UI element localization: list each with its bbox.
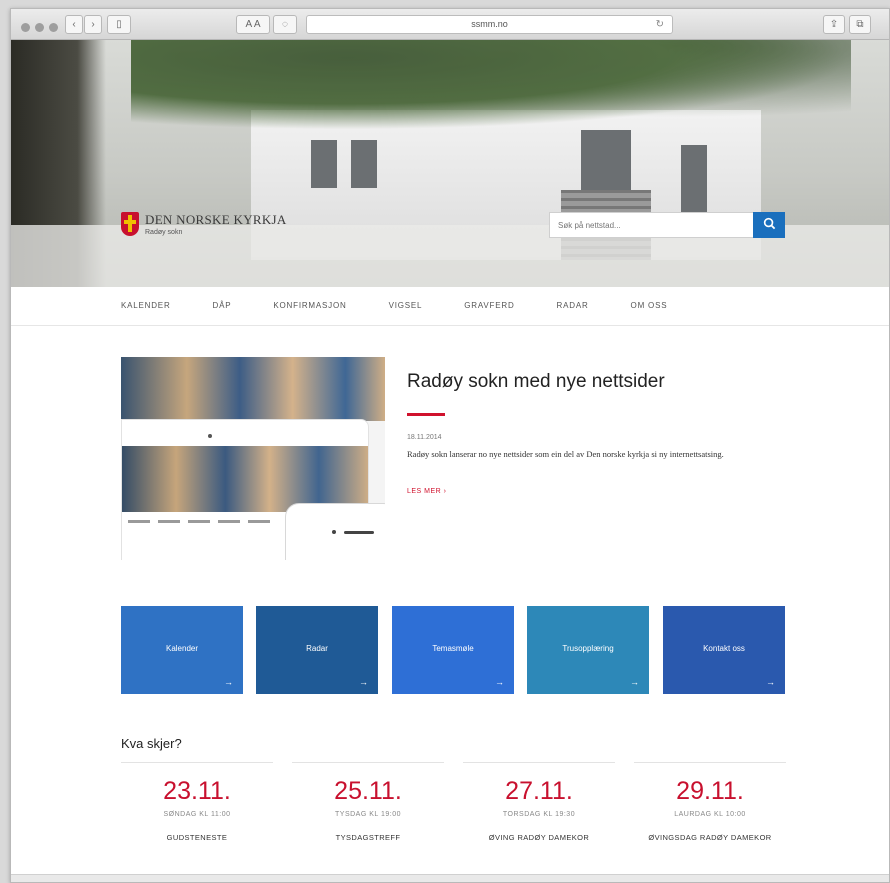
arrow-right-icon: → [766, 677, 775, 687]
event-date: 29.11. [676, 777, 744, 805]
nav-item-vigsel[interactable]: VIGSEL [389, 287, 423, 325]
nav-item-kalender[interactable]: KALENDER [121, 287, 171, 325]
event-time: TYSDAG KL 19:00 [335, 811, 401, 818]
browser-window: ‹ › ▯ A A ◌ ssmm.no ↻ ⇪ ⧉ DEN NORSKE KYR… [10, 8, 890, 883]
church-window [351, 140, 377, 188]
tile-temasmole[interactable]: Temasmøle → [392, 606, 514, 694]
url-text: ssmm.no [471, 19, 508, 29]
title-divider [407, 413, 445, 416]
reader-mode-button[interactable]: A A [236, 15, 270, 34]
event-date: 25.11. [334, 777, 402, 805]
tablet-camera [208, 434, 212, 438]
search-input[interactable] [549, 212, 753, 238]
church-shield-icon [121, 212, 139, 236]
events-heading: Kva skjer? [121, 736, 182, 751]
tile-trusopplaering[interactable]: Trusopplæring → [527, 606, 649, 694]
forward-button[interactable]: › [84, 15, 102, 34]
arrow-right-icon: → [359, 677, 368, 687]
logo-title: DEN NORSKE KYRKJA [145, 212, 287, 227]
tile-label: Kalender [165, 644, 199, 653]
tabs-icon: ⧉ [856, 19, 864, 30]
zoom-window-button[interactable] [49, 23, 58, 32]
share-button[interactable]: ⇪ [823, 15, 845, 34]
event-date: 23.11. [163, 777, 231, 805]
event-item[interactable]: 27.11. TORSDAG KL 19:30 ØVING RADØY DAME… [463, 762, 615, 844]
privacy-button[interactable]: ◌ [273, 15, 297, 34]
event-divider [292, 762, 444, 763]
phone-camera [332, 530, 336, 534]
tile-label: Trusopplæring [562, 644, 614, 653]
event-item[interactable]: 25.11. TYSDAG KL 19:00 TYSDAGSTREFF [292, 762, 444, 844]
arrow-right-icon: → [630, 677, 639, 687]
close-window-button[interactable] [21, 23, 30, 32]
logo-subtitle: Radøy sokn [145, 229, 183, 236]
event-divider [121, 762, 273, 763]
event-divider [634, 762, 786, 763]
arrow-right-icon: → [224, 677, 233, 687]
sidebar-toggle-button[interactable]: ▯ [107, 15, 131, 34]
event-name: TYSDAGSTREFF [335, 833, 401, 842]
event-name: GUDSTENESTE [166, 833, 228, 842]
article-text: Radøy sokn lanserar no nye nettsider som… [407, 449, 724, 459]
tile-label: Kontakt oss [703, 644, 745, 653]
tabs-button[interactable]: ⧉ [849, 15, 871, 34]
horizontal-scrollbar[interactable] [11, 874, 889, 882]
tile-kontakt-oss[interactable]: Kontakt oss → [663, 606, 785, 694]
event-divider [463, 762, 615, 763]
back-button[interactable]: ‹ [65, 15, 83, 34]
event-time: LAURDAG KL 10:00 [674, 811, 746, 818]
church-window [311, 140, 337, 188]
reload-icon[interactable]: ↻ [656, 16, 664, 33]
article-photo [121, 357, 385, 421]
window-controls [21, 19, 63, 37]
event-item[interactable]: 29.11. LAURDAG KL 10:00 ØVINGSDAG RADØY … [634, 762, 786, 844]
phone-mockup [285, 503, 385, 560]
article-date: 18.11.2014 [407, 434, 442, 441]
nav-item-gravferd[interactable]: GRAVFERD [464, 287, 514, 325]
tile-label: Radar [306, 644, 328, 653]
site-logo[interactable]: DEN NORSKE KYRKJA Radøy sokn [121, 212, 287, 236]
search-icon [763, 217, 775, 230]
nav-item-konfirmasjon[interactable]: KONFIRMASJON [273, 287, 346, 325]
search-button[interactable] [753, 212, 785, 238]
event-date: 27.11. [505, 777, 573, 805]
nav-item-om-oss[interactable]: OM OSS [631, 287, 668, 325]
nav-item-radar[interactable]: RADAR [557, 287, 589, 325]
browser-toolbar: ‹ › ▯ A A ◌ ssmm.no ↻ ⇪ ⧉ [11, 9, 889, 40]
nav-item-dap[interactable]: DÅP [213, 287, 232, 325]
share-icon: ⇪ [829, 19, 839, 30]
event-time: SØNDAG KL 11:00 [163, 811, 231, 818]
event-name: ØVING RADØY DAMEKOR [488, 833, 590, 842]
tile-radar[interactable]: Radar → [256, 606, 378, 694]
phone-speaker [344, 531, 374, 534]
article-image[interactable] [121, 357, 385, 560]
address-bar[interactable]: ssmm.no ↻ [306, 15, 673, 34]
tile-label: Temasmøle [432, 644, 474, 653]
event-item[interactable]: 23.11. SØNDAG KL 11:00 GUDSTENESTE [121, 762, 273, 844]
main-navigation: KALENDER DÅP KONFIRMASJON VIGSEL GRAVFER… [11, 287, 889, 326]
read-more-link[interactable]: LES MER › [407, 488, 447, 495]
article-title[interactable]: Radøy sokn med nye nettsider [407, 371, 665, 393]
minimize-window-button[interactable] [35, 23, 44, 32]
tree-foliage [131, 40, 851, 130]
shield-icon: ◌ [282, 19, 288, 30]
church-window [681, 145, 707, 215]
hero-image [11, 40, 889, 287]
tile-kalender[interactable]: Kalender → [121, 606, 243, 694]
tablet-menu [128, 520, 278, 523]
arrow-right-icon: → [495, 677, 504, 687]
event-name: ØVINGSDAG RADØY DAMEKOR [648, 833, 772, 842]
site-search [549, 212, 785, 238]
event-time: TORSDAG KL 19:30 [502, 811, 576, 818]
